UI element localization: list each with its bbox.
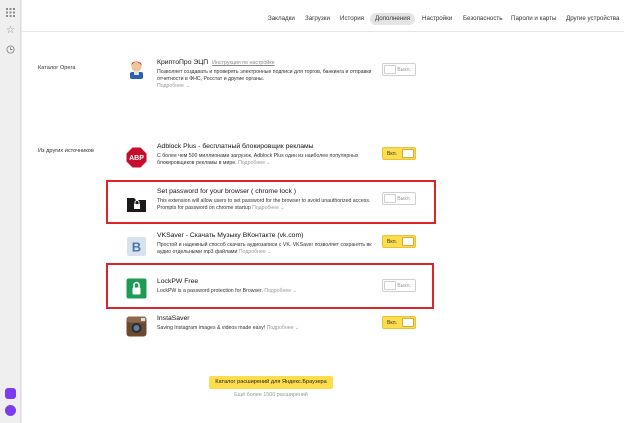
tab-other-devices[interactable]: Другие устройства [566, 13, 619, 25]
nav-divider [22, 31, 624, 32]
extension-title: Adblock Plus - бесплатный блокировщик ре… [157, 143, 314, 150]
extension-body: LockPW Free LockPW is a password protect… [157, 278, 382, 295]
chevron-down-icon: ⌄ [267, 249, 272, 256]
left-sidebar: ☆ [0, 0, 21, 423]
tab-passwords[interactable]: Пароли и карты [511, 13, 556, 25]
folder-lock-icon [126, 193, 147, 214]
extensions-catalog-button[interactable]: Каталог расширений для Яндекс.Браузера [209, 376, 333, 389]
grid-icon[interactable] [5, 7, 16, 18]
setup-instructions-link[interactable]: Инструкция по настройке [212, 60, 274, 66]
extension-title: InstaSaver [157, 315, 190, 322]
chevron-down-icon: ⌄ [266, 160, 271, 167]
tab-settings[interactable]: Настройки [422, 13, 452, 25]
toggle-knob [402, 237, 414, 246]
toggle-knob [384, 65, 396, 74]
toggle-label: Выкл. [397, 196, 411, 202]
more-link[interactable]: Подробнее [264, 288, 291, 294]
extension-toggle[interactable]: Вкл. [382, 235, 416, 248]
toggle-label: Вкл. [387, 320, 398, 326]
tab-history[interactable]: История [340, 13, 364, 25]
svg-text:B: B [132, 240, 141, 255]
extension-description: LockPW is a password protection for Brow… [157, 288, 263, 294]
extension-toggle[interactable]: Выкл. [382, 192, 416, 205]
extension-title: КриптоПро ЭЦП [157, 59, 209, 66]
more-link[interactable]: Подробнее [267, 325, 294, 331]
svg-text:ABP: ABP [129, 155, 144, 162]
extension-title: LockPW Free [157, 278, 199, 285]
more-link[interactable]: Подробнее [157, 83, 184, 89]
more-link[interactable]: Подробнее [252, 205, 279, 211]
extension-description: Saving Instagram images & videos made ea… [157, 325, 266, 331]
extension-body: VKSaver - Скачать Музыку ВКонтакте (vk.c… [157, 232, 382, 256]
toggle-label: Вкл. [387, 151, 398, 157]
extension-toggle[interactable]: Вкл. [382, 147, 416, 160]
extension-toggle[interactable]: Вкл. [382, 316, 416, 329]
section-label-other: Из других источников [38, 148, 94, 154]
more-link[interactable]: Подробнее [239, 249, 266, 255]
section-label-opera: Каталог Opera [38, 65, 76, 71]
tab-bookmarks[interactable]: Закладки [268, 13, 295, 25]
extension-toggle[interactable]: Выкл. [382, 279, 416, 292]
extension-body: Set password for your browser ( chrome l… [157, 188, 382, 212]
extension-description: Позволяет создавать и проверять электрон… [157, 69, 372, 83]
settings-nav: Закладки Загрузки История Дополнения Нас… [22, 10, 624, 28]
chevron-down-icon: ⌄ [292, 288, 297, 294]
extension-title: VKSaver - Скачать Музыку ВКонтакте (vk.c… [157, 232, 304, 239]
extension-body: Adblock Plus - бесплатный блокировщик ре… [157, 143, 382, 167]
more-link[interactable]: Подробнее [238, 160, 265, 166]
chevron-down-icon: ⌄ [280, 205, 285, 212]
tab-extensions[interactable]: Дополнения [370, 13, 416, 25]
chevron-down-icon: ⌄ [185, 83, 190, 90]
star-icon[interactable]: ☆ [5, 25, 16, 36]
catalog-subtitle: Ещё более 1500 расширений [234, 392, 308, 398]
assistant-icon[interactable] [5, 405, 16, 416]
chevron-down-icon: ⌄ [294, 325, 300, 331]
lockpw-icon [126, 278, 147, 299]
clock-icon[interactable] [5, 44, 16, 55]
extension-toggle[interactable]: Выкл. [382, 63, 416, 76]
instagram-icon [126, 316, 147, 337]
alice-icon[interactable] [5, 388, 16, 399]
tab-security[interactable]: Безопасность [463, 13, 502, 25]
extension-body: КриптоПро ЭЦП Инструкция по настройке Поз… [157, 59, 382, 91]
vksaver-icon: B [126, 236, 147, 257]
extensions-page: Закладки Загрузки История Дополнения Нас… [22, 0, 624, 423]
adblock-plus-icon: ABP [126, 147, 147, 168]
toggle-label: Вкл. [387, 239, 398, 245]
toggle-knob [384, 194, 396, 203]
extension-title: Set password for your browser ( chrome l… [157, 188, 297, 195]
toggle-knob [384, 281, 396, 290]
toggle-label: Выкл. [397, 67, 411, 73]
extension-body: InstaSaver Saving Instagram images & vid… [157, 315, 382, 332]
toggle-knob [402, 318, 414, 327]
toggle-label: Выкл. [397, 283, 411, 289]
cryptopro-icon [126, 59, 147, 80]
toggle-knob [402, 149, 414, 158]
tab-downloads[interactable]: Загрузки [305, 13, 330, 25]
